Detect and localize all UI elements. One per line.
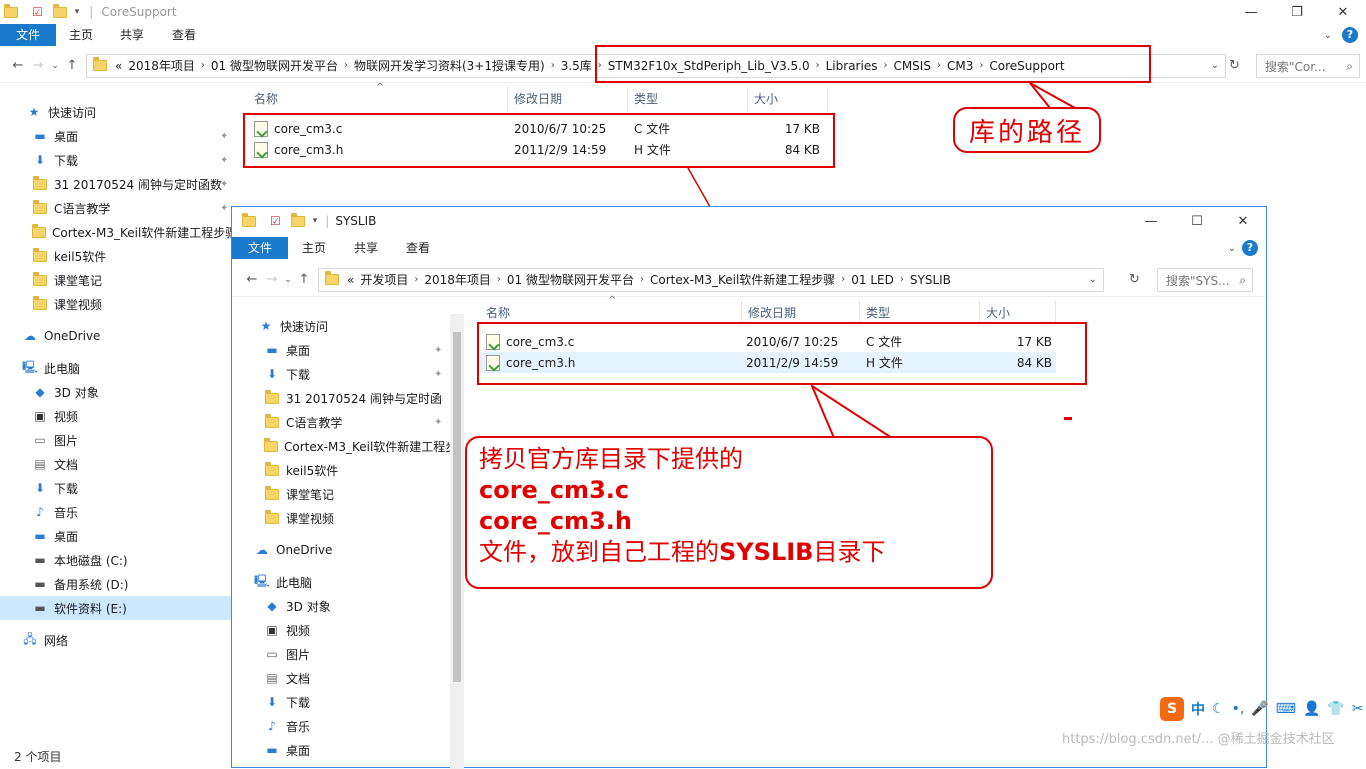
copy-callout-line2: core_cm3.c — [479, 476, 630, 504]
watermark: https://blog.csdn.net/... @稀土掘金技术社区 — [1062, 732, 1335, 747]
copy-callout: 拷贝官方库目录下提供的 core_cm3.c core_cm3.h 文件，放到自… — [465, 436, 993, 589]
copy-callout-line4: 文件，放到自己工程的SYSLIB目录下 — [479, 538, 886, 566]
copy-callout-line3: core_cm3.h — [479, 507, 632, 535]
ime-lang-toggle[interactable]: 中 — [1191, 699, 1205, 719]
ime-toolbar: S 中 ☾ •, 🎤 ⌨ 👤 👕 ✂ — [1160, 697, 1364, 721]
punctuation-icon[interactable]: •, — [1232, 701, 1245, 717]
copy-callout-pointer — [809, 383, 896, 439]
copy-callout-line1: 拷贝官方库目录下提供的 — [479, 445, 743, 473]
user-icon[interactable]: 👤 — [1303, 701, 1320, 717]
sogou-logo[interactable]: S — [1160, 697, 1184, 721]
moon-icon[interactable]: ☾ — [1212, 701, 1225, 717]
copy-callout-pointer-svg — [809, 383, 896, 439]
skin-icon[interactable]: 👕 — [1327, 701, 1344, 717]
microphone-icon[interactable]: 🎤 — [1251, 701, 1268, 717]
keyboard-icon[interactable]: ⌨ — [1276, 701, 1296, 717]
tools-icon[interactable]: ✂ — [1352, 701, 1364, 717]
